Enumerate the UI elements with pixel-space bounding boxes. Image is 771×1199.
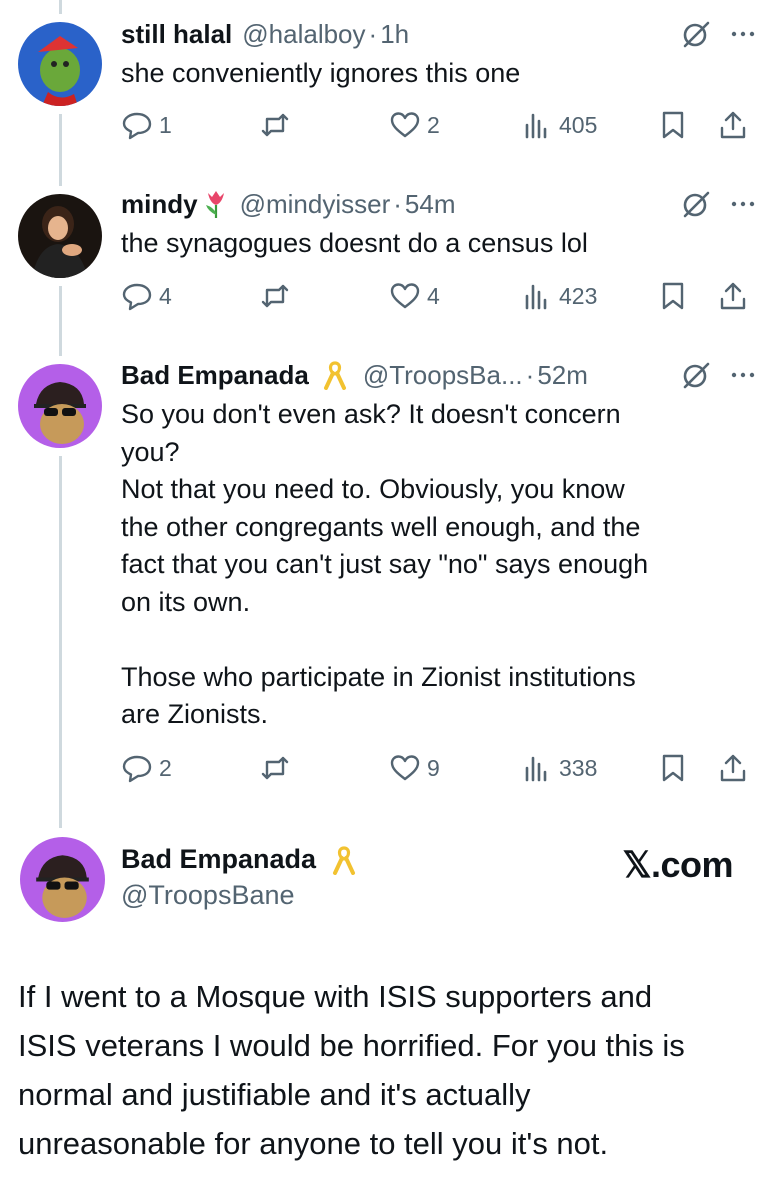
tweet-header: still halal @halalboy · 1h [121,17,757,51]
heart-icon [390,283,420,309]
views-button[interactable]: 423 [521,280,597,312]
timestamp[interactable]: 52m [537,358,588,392]
heart-icon [390,112,420,138]
bookmark-button[interactable] [657,109,689,141]
view-count: 423 [559,282,598,309]
share-button[interactable] [717,280,749,312]
avatar[interactable] [18,364,102,448]
views-button[interactable]: 338 [521,752,597,784]
action-bar: 4 4 423 [121,280,751,314]
share-icon [720,754,746,782]
tweet-text: If I went to a Mosque with ISIS supporte… [18,979,685,1161]
like-button[interactable]: 9 [389,752,440,784]
x-logo: 𝕏.com [622,844,733,885]
thread-line [59,114,62,186]
like-button[interactable]: 2 [389,109,440,141]
share-button[interactable] [717,109,749,141]
reply-count: 2 [159,754,172,781]
author-name[interactable]: still halal [121,17,232,51]
repost-button[interactable] [259,752,291,784]
bookmark-icon [662,754,684,782]
more-options-icon[interactable] [729,361,757,389]
timestamp[interactable]: 54m [405,187,456,221]
views-icon [525,756,547,782]
bookmark-button[interactable] [657,752,689,784]
author-handle[interactable]: @TroopsBane [121,880,295,911]
reply-button[interactable]: 1 [121,109,172,141]
reply-icon [122,755,152,783]
thread-line [59,0,62,14]
author-handle[interactable]: @mindyisser [240,187,391,221]
repost-icon [261,284,289,308]
view-count: 338 [559,754,598,781]
author-name-row: Bad Empanada [121,844,358,875]
thread-line [59,286,62,356]
author-name[interactable]: Bad Empanada [121,358,309,392]
grok-icon[interactable] [681,19,711,49]
views-icon [525,113,547,139]
separator-dot: · [368,19,378,49]
reply-button[interactable]: 2 [121,752,172,784]
bookmark-icon [662,282,684,310]
action-bar: 2 9 338 [121,752,751,786]
author-handle[interactable]: @TroopsBa... [363,358,523,392]
more-options-icon[interactable] [729,20,757,48]
like-button[interactable]: 4 [389,280,440,312]
tweet-text: the synagogues doesnt do a census lol [121,228,588,258]
yellow-ribbon-icon [330,845,358,875]
yellow-ribbon-icon [321,360,349,390]
share-icon [720,111,746,139]
reply-count: 1 [159,111,172,138]
thread-line [59,456,62,828]
like-count: 9 [427,754,440,781]
author-name[interactable]: Bad Empanada [121,844,316,875]
grok-icon[interactable] [681,189,711,219]
reply-icon [122,283,152,311]
repost-icon [261,113,289,137]
heart-icon [390,755,420,781]
separator-dot: · [525,360,535,390]
author-handle[interactable]: @halalboy [242,17,365,51]
more-options-icon[interactable] [729,190,757,218]
repost-icon [261,756,289,780]
separator-dot: · [393,189,402,219]
timestamp[interactable]: 1h [380,17,409,51]
avatar[interactable] [18,22,102,106]
tulip-icon [202,189,230,219]
repost-button[interactable] [259,280,291,312]
reply-icon [122,112,152,140]
reply-count: 4 [159,282,172,309]
tweet-text: she conveniently ignores this one [121,58,521,88]
action-bar: 1 2 405 [121,109,751,143]
bookmark-icon [662,111,684,139]
author-name[interactable]: mindy [121,187,198,221]
grok-icon[interactable] [681,360,711,390]
share-icon [720,282,746,310]
repost-button[interactable] [259,109,291,141]
like-count: 2 [427,111,440,138]
tweet-text: So you don't even ask? It doesn't concer… [121,399,649,729]
views-icon [525,284,547,310]
avatar[interactable] [18,194,102,278]
like-count: 4 [427,282,440,309]
views-button[interactable]: 405 [521,109,597,141]
bookmark-button[interactable] [657,280,689,312]
view-count: 405 [559,111,598,138]
tweet-header: mindy @mindyisser · 54m [121,187,757,221]
share-button[interactable] [717,752,749,784]
tweet-header: Bad Empanada @TroopsBa... · 52m [121,358,757,392]
avatar[interactable] [20,837,105,922]
reply-button[interactable]: 4 [121,280,172,312]
